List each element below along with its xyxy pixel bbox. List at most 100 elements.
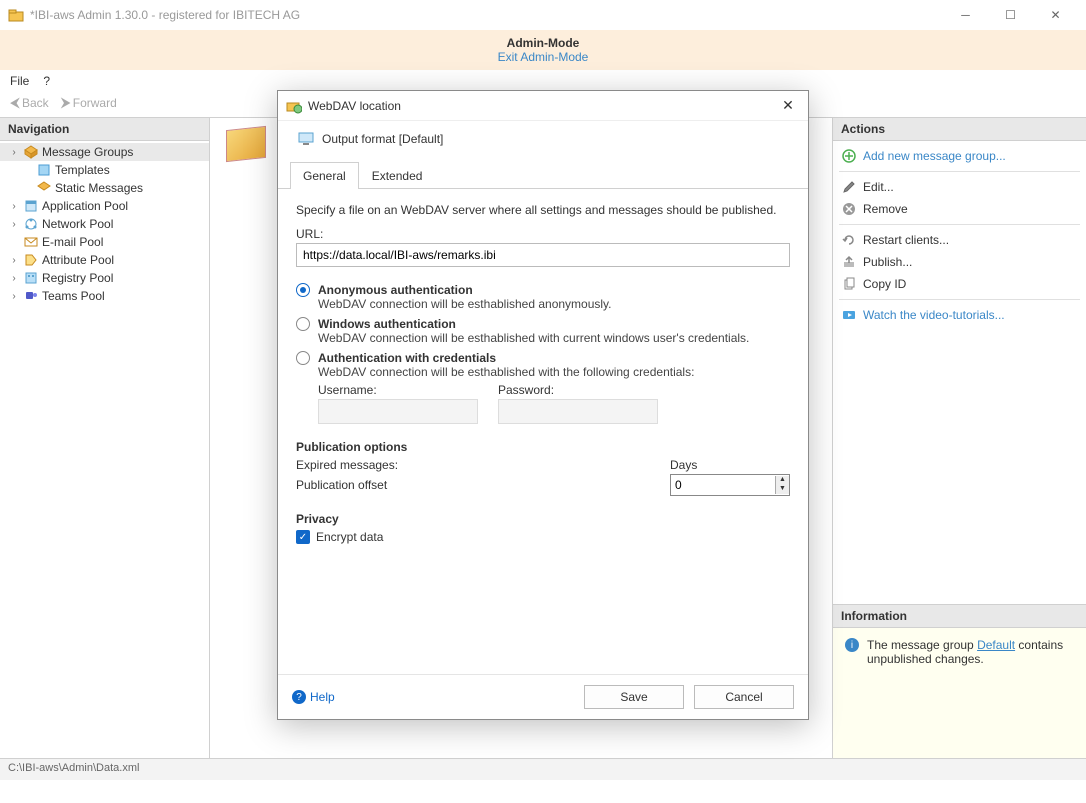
- username-label: Username:: [318, 383, 478, 397]
- information-header: Information: [833, 605, 1086, 628]
- tree-item-application-pool[interactable]: › Application Pool: [0, 197, 209, 215]
- window-title: *IBI-aws Admin 1.30.0 - registered for I…: [30, 8, 943, 22]
- tree-label: E-mail Pool: [42, 235, 103, 249]
- publish-icon: [841, 254, 857, 270]
- info-icon: i: [845, 638, 859, 652]
- save-button[interactable]: Save: [584, 685, 684, 709]
- teams-icon: [23, 288, 39, 304]
- menu-help[interactable]: ?: [43, 74, 50, 88]
- dialog-description: Specify a file on an WebDAV server where…: [296, 203, 790, 217]
- navigation-tree: › Message Groups Templates Static Messag…: [0, 141, 209, 307]
- days-label: Days: [670, 458, 790, 472]
- dialog-tabs: General Extended: [278, 161, 808, 189]
- tab-general[interactable]: General: [290, 162, 359, 189]
- tree-item-message-groups[interactable]: › Message Groups: [0, 143, 209, 161]
- back-button[interactable]: ⮜Back: [10, 94, 49, 111]
- tree-item-attribute-pool[interactable]: › Attribute Pool: [0, 251, 209, 269]
- tree-label: Static Messages: [55, 181, 143, 195]
- days-input[interactable]: [671, 475, 775, 495]
- radio-icon: [296, 317, 310, 331]
- menu-file[interactable]: File: [10, 74, 29, 88]
- menubar: File ?: [0, 70, 1086, 92]
- tree-label: Attribute Pool: [42, 253, 114, 267]
- username-input: [318, 399, 478, 424]
- chevron-right-icon[interactable]: ›: [8, 147, 20, 158]
- titlebar: *IBI-aws Admin 1.30.0 - registered for I…: [0, 0, 1086, 30]
- action-publish[interactable]: Publish...: [833, 251, 1086, 273]
- checkbox-icon: ✓: [296, 530, 310, 544]
- email-icon: [23, 234, 39, 250]
- exit-admin-link[interactable]: Exit Admin-Mode: [0, 50, 1086, 64]
- spin-up-icon[interactable]: ▲: [776, 476, 789, 485]
- tree-item-email-pool[interactable]: E-mail Pool: [0, 233, 209, 251]
- cancel-button[interactable]: Cancel: [694, 685, 794, 709]
- tab-extended[interactable]: Extended: [359, 162, 436, 189]
- restart-icon: [841, 232, 857, 248]
- information-body: i The message group Default contains unp…: [833, 628, 1086, 758]
- box-icon: [23, 144, 39, 160]
- chevron-right-icon[interactable]: ›: [8, 291, 20, 302]
- webdav-dialog: WebDAV location ✕ Output format [Default…: [277, 90, 809, 720]
- app-icon: [23, 198, 39, 214]
- actions-header: Actions: [833, 118, 1086, 141]
- template-icon: [36, 162, 52, 178]
- right-panel: Actions Add new message group... Edit...…: [832, 118, 1086, 758]
- url-input[interactable]: [296, 243, 790, 267]
- tree-item-teams-pool[interactable]: › Teams Pool: [0, 287, 209, 305]
- forward-button[interactable]: ⮞Forward: [61, 94, 117, 111]
- registry-icon: [23, 270, 39, 286]
- video-icon: [841, 307, 857, 323]
- encrypt-checkbox[interactable]: ✓ Encrypt data: [296, 530, 790, 544]
- spin-down-icon[interactable]: ▼: [776, 485, 789, 494]
- help-icon: ?: [292, 690, 306, 704]
- statusbar: C:\IBI-aws\Admin\Data.xml: [0, 758, 1086, 780]
- radio-icon: [296, 283, 310, 297]
- maximize-button[interactable]: ☐: [988, 0, 1033, 30]
- remove-icon: [841, 201, 857, 217]
- chevron-right-icon[interactable]: ›: [8, 201, 20, 212]
- close-button[interactable]: ✕: [1033, 0, 1078, 30]
- pencil-icon: [841, 179, 857, 195]
- tree-label: Message Groups: [42, 145, 133, 159]
- days-spinner[interactable]: ▲▼: [670, 474, 790, 496]
- folder-globe-icon: [286, 98, 302, 114]
- chevron-right-icon[interactable]: ›: [8, 273, 20, 284]
- dialog-subtitle: Output format [Default]: [322, 132, 443, 146]
- tree-item-static-messages[interactable]: Static Messages: [0, 179, 209, 197]
- windows-desc: WebDAV connection will be esthablished w…: [296, 331, 790, 345]
- dialog-close-button[interactable]: ✕: [776, 97, 800, 114]
- tree-label: Application Pool: [42, 199, 128, 213]
- chevron-right-icon[interactable]: ›: [8, 219, 20, 230]
- action-edit[interactable]: Edit...: [833, 176, 1086, 198]
- publication-header: Publication options: [296, 440, 790, 454]
- tag-icon: [23, 252, 39, 268]
- privacy-header: Privacy: [296, 512, 790, 526]
- action-copy-id[interactable]: Copy ID: [833, 273, 1086, 295]
- minimize-button[interactable]: ─: [943, 0, 988, 30]
- password-label: Password:: [498, 383, 658, 397]
- radio-windows[interactable]: Windows authentication: [296, 317, 790, 331]
- tree-item-templates[interactable]: Templates: [0, 161, 209, 179]
- credentials-desc: WebDAV connection will be esthablished w…: [296, 365, 790, 379]
- action-restart-clients[interactable]: Restart clients...: [833, 229, 1086, 251]
- action-watch-tutorials[interactable]: Watch the video-tutorials...: [833, 304, 1086, 326]
- action-remove[interactable]: Remove: [833, 198, 1086, 220]
- help-link[interactable]: ? Help: [292, 690, 335, 704]
- navigation-panel: Navigation › Message Groups Templates St…: [0, 118, 210, 758]
- copy-icon: [841, 276, 857, 292]
- action-add-message-group[interactable]: Add new message group...: [833, 145, 1086, 167]
- chevron-right-icon[interactable]: ›: [8, 255, 20, 266]
- tree-item-registry-pool[interactable]: › Registry Pool: [0, 269, 209, 287]
- tree-label: Templates: [55, 163, 110, 177]
- navigation-header: Navigation: [0, 118, 209, 141]
- status-path: C:\IBI-aws\Admin\Data.xml: [8, 762, 139, 774]
- tree-label: Network Pool: [42, 217, 113, 231]
- offset-label: Publication offset: [296, 478, 387, 492]
- dialog-title: WebDAV location: [308, 99, 776, 113]
- tree-item-network-pool[interactable]: › Network Pool: [0, 215, 209, 233]
- radio-anonymous[interactable]: Anonymous authentication: [296, 283, 790, 297]
- info-default-link[interactable]: Default: [977, 638, 1015, 652]
- dialog-titlebar: WebDAV location ✕: [278, 91, 808, 121]
- radio-credentials[interactable]: Authentication with credentials: [296, 351, 790, 365]
- expired-label: Expired messages:: [296, 458, 398, 472]
